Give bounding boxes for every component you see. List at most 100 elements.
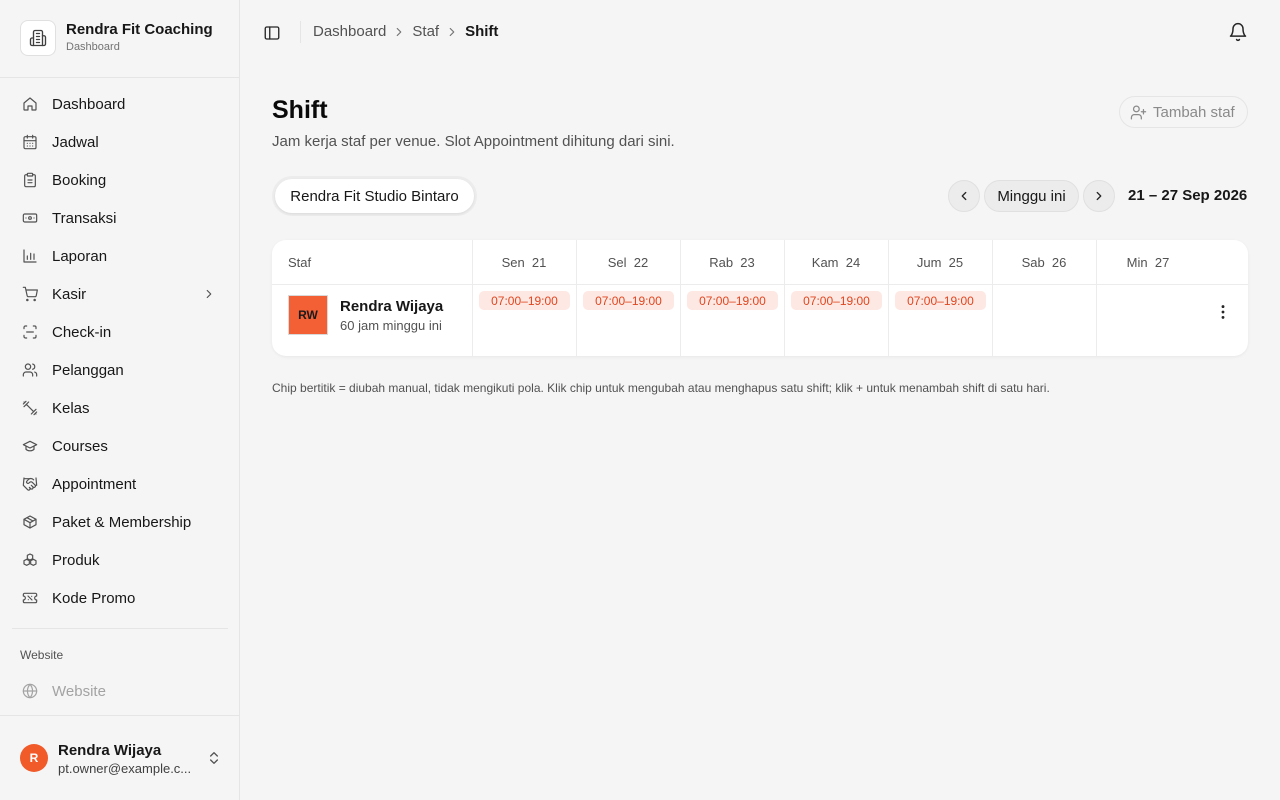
- add-staff-button[interactable]: Tambah staf: [1119, 96, 1248, 128]
- sidebar-item-jadwal[interactable]: Jadwal: [12, 123, 228, 161]
- sidebar-item-booking[interactable]: Booking: [12, 161, 228, 199]
- venue-tabs: Rendra Fit Studio Bintaro: [272, 176, 477, 216]
- chevron-right-icon: [1092, 189, 1106, 203]
- user-name: Rendra Wijaya: [58, 742, 162, 759]
- sidebar-item-transaksi[interactable]: Transaksi: [12, 199, 228, 237]
- avatar: R: [20, 744, 48, 772]
- topbar-separator: [300, 21, 301, 43]
- handshake-icon: [22, 476, 38, 492]
- dumbbell-icon: [22, 400, 38, 416]
- package-icon: [22, 514, 38, 530]
- sidebar-item-produk[interactable]: Produk: [12, 541, 228, 579]
- column-header-day: Sel 22: [607, 255, 649, 270]
- sidebar-item-label: Kasir: [52, 285, 87, 303]
- more-vertical-icon[interactable]: [1213, 302, 1233, 322]
- shift-chip[interactable]: 07:00–19:00: [479, 291, 570, 310]
- sidebar-item-paket-membership[interactable]: Paket & Membership: [12, 503, 228, 541]
- chevron-right-icon: [445, 25, 459, 39]
- column-divider: [784, 240, 785, 356]
- chevron-left-icon: [957, 189, 971, 203]
- breadcrumb-dashboard[interactable]: Dashboard: [313, 23, 386, 40]
- column-header-day: Sab 26: [1021, 255, 1067, 270]
- shift-chip[interactable]: 07:00–19:00: [687, 291, 778, 310]
- calendar-icon: [22, 134, 38, 150]
- users-icon: [22, 362, 38, 378]
- user-plus-icon: [1130, 104, 1147, 121]
- sidebar-item-label: Laporan: [52, 247, 108, 265]
- sidebar-item-label: Dashboard: [52, 95, 126, 113]
- sidebar-item-check-in[interactable]: Check-in: [12, 313, 228, 351]
- home-icon: [22, 96, 38, 112]
- chevron-right-icon: [392, 25, 406, 39]
- section-label-website: Website: [20, 648, 64, 662]
- column-divider: [576, 240, 577, 356]
- sidebar-item-label: Kode Promo: [52, 589, 136, 607]
- column-divider: [680, 240, 681, 356]
- ticket-icon: [22, 590, 38, 606]
- banknote-icon: [22, 210, 38, 226]
- column-header-staf: Staf: [288, 255, 312, 270]
- clipboard-icon: [22, 172, 38, 188]
- add-staff-label: Tambah staf: [1153, 103, 1235, 121]
- bell-icon[interactable]: [1228, 22, 1248, 42]
- sidebar-item-kode-promo[interactable]: Kode Promo: [12, 579, 228, 617]
- sidebar-item-label: Paket & Membership: [52, 513, 192, 531]
- sidebar: Rendra Fit Coaching Dashboard Dashboard …: [0, 0, 240, 800]
- shift-chip[interactable]: 07:00–19:00: [895, 291, 986, 310]
- column-header-day: Min 27: [1126, 255, 1170, 270]
- sidebar-item-pelanggan[interactable]: Pelanggan: [12, 351, 228, 389]
- bar-chart-icon: [22, 248, 38, 264]
- building-icon: [20, 20, 56, 56]
- boxes-icon: [22, 552, 38, 568]
- sidebar-nav: Dashboard Jadwal Booking Transaksi Lapor…: [12, 85, 228, 617]
- page-title: Shift: [272, 96, 328, 124]
- sidebar-item-appointment[interactable]: Appointment: [12, 465, 228, 503]
- brand-subtitle: Dashboard: [66, 41, 120, 53]
- sidebar-item-kelas[interactable]: Kelas: [12, 389, 228, 427]
- sidebar-item-website[interactable]: Website: [22, 681, 106, 701]
- graduation-cap-icon: [22, 438, 38, 454]
- sidebar-item-label: Check-in: [52, 323, 112, 341]
- sidebar-item-kasir[interactable]: Kasir: [12, 275, 228, 313]
- column-divider: [888, 240, 889, 356]
- column-divider: [992, 240, 993, 356]
- breadcrumb-shift: Shift: [465, 23, 499, 40]
- shift-table: Staf Sen 21 Sel 22 Rab 23 Kam 24 Jum 25 …: [272, 240, 1248, 356]
- page-description: Jam kerja staf per venue. Slot Appointme…: [272, 133, 675, 150]
- sidebar-item-label: Produk: [52, 551, 100, 569]
- venue-tab-selected[interactable]: Rendra Fit Studio Bintaro: [275, 179, 474, 213]
- shift-chip[interactable]: 07:00–19:00: [583, 291, 674, 310]
- sidebar-item-label: Website: [52, 682, 106, 700]
- sidebar-item-label: Appointment: [52, 475, 137, 493]
- sidebar-item-laporan[interactable]: Laporan: [12, 237, 228, 275]
- column-header-day: Rab 23: [709, 255, 755, 270]
- prev-week-button[interactable]: [948, 180, 980, 212]
- column-header-day: Jum 25: [916, 255, 964, 270]
- staff-avatar: RW: [288, 295, 328, 335]
- sidebar-toggle-icon[interactable]: [263, 24, 281, 42]
- column-header-day: Kam 24: [811, 255, 861, 270]
- column-divider: [472, 240, 473, 356]
- user-menu[interactable]: R Rendra Wijaya pt.owner@example.c...: [0, 715, 239, 800]
- sidebar-item-courses[interactable]: Courses: [12, 427, 228, 465]
- sidebar-item-label: Booking: [52, 171, 107, 189]
- chevrons-up-down-icon: [206, 750, 222, 766]
- scan-icon: [22, 324, 38, 340]
- table-header: Staf Sen 21 Sel 22 Rab 23 Kam 24 Jum 25 …: [272, 240, 1248, 285]
- footnote: Chip bertitik = diubah manual, tidak men…: [272, 381, 1050, 395]
- brand-header[interactable]: Rendra Fit Coaching Dashboard: [0, 0, 239, 78]
- this-week-button[interactable]: Minggu ini: [984, 180, 1079, 212]
- column-divider: [1096, 240, 1097, 356]
- next-week-button[interactable]: [1083, 180, 1115, 212]
- cart-icon: [22, 286, 38, 302]
- column-header-day: Sen 21: [501, 255, 547, 270]
- chevron-right-icon: [202, 287, 216, 301]
- globe-icon: [22, 683, 38, 699]
- breadcrumb-staf[interactable]: Staf: [412, 23, 439, 40]
- breadcrumb: Dashboard Staf Shift: [313, 23, 498, 40]
- sidebar-divider: [12, 628, 228, 629]
- shift-chip[interactable]: 07:00–19:00: [791, 291, 882, 310]
- brand-name: Rendra Fit Coaching: [66, 21, 213, 38]
- staff-name: Rendra Wijaya: [340, 298, 444, 315]
- sidebar-item-dashboard[interactable]: Dashboard: [12, 85, 228, 123]
